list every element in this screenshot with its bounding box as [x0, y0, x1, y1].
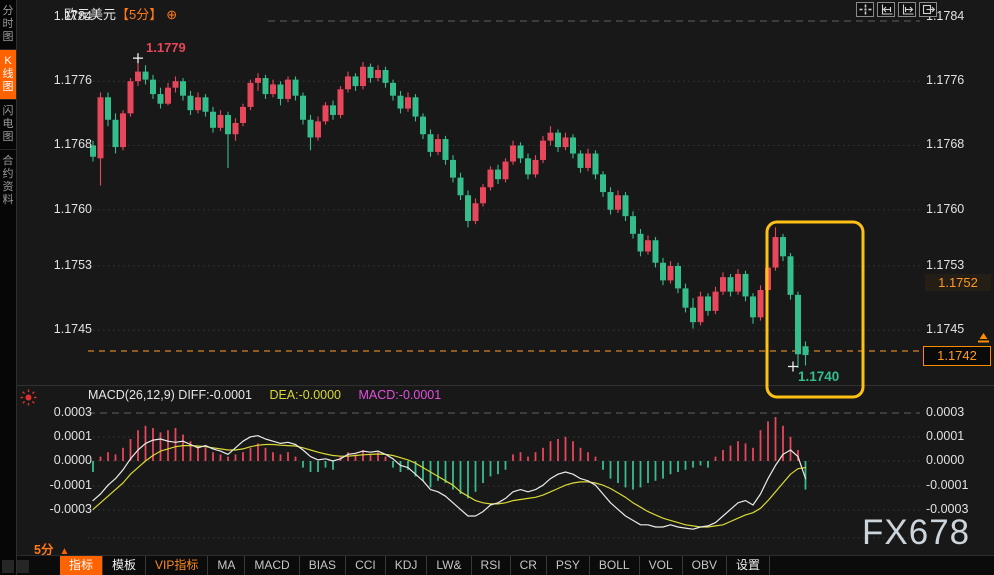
symbol-title: 欧元美元 [64, 7, 116, 22]
toolbar-item-RSI[interactable]: RSI [472, 556, 511, 575]
sidebar-tab-contract-info[interactable]: 合约资料 [0, 149, 16, 212]
corner-handle [2, 560, 14, 573]
toolbar-item-BOLL[interactable]: BOLL [590, 556, 640, 575]
sidebar-tab-time-share[interactable]: 分时图 [0, 0, 16, 49]
axis-label: 0.0001 [34, 429, 92, 443]
chart-nav-buttons [856, 2, 937, 17]
axis-label: -0.0003 [926, 502, 984, 516]
axis-label: 1.1768 [34, 137, 92, 151]
go-to-latest-button[interactable] [919, 2, 937, 17]
move-tool-button[interactable] [856, 2, 874, 17]
macd-readout: MACD(26,12,9) DIFF:-0.0001 DEA:-0.0000 M… [88, 388, 441, 402]
axis-label: 0.0000 [926, 453, 984, 467]
axis-label: -0.0001 [926, 478, 984, 492]
current-price-badge: 1.1742 [923, 346, 991, 366]
indicator-toolbar: 指标模板VIP指标MAMACDBIASCCIKDJLW&RSICRPSYBOLL… [60, 556, 770, 575]
period-label[interactable]: 【5分】 [116, 7, 162, 22]
macd-dea-value: DEA:-0.0000 [269, 388, 341, 402]
chart-canvas [0, 0, 994, 575]
axis-label: 1.1753 [926, 258, 984, 272]
crosshair-icon [859, 4, 872, 15]
jump-to-latest-icon [922, 4, 935, 15]
macd-macd-value: MACD:-0.0001 [359, 388, 442, 402]
axis-arrow-right-icon [901, 4, 914, 15]
toolbar-item-LW&[interactable]: LW& [427, 556, 471, 575]
sidebar-tab-flash[interactable]: 闪电图 [0, 99, 16, 149]
brand-watermark: FX678 [862, 513, 970, 553]
pan-left-button[interactable] [877, 2, 895, 17]
axis-label: 0.0001 [926, 429, 984, 443]
toolbar-item-设置[interactable]: 设置 [727, 556, 770, 575]
axis-label: -0.0001 [34, 478, 92, 492]
toolbar-item-MA[interactable]: MA [208, 556, 245, 575]
toolbar-item-VIP指标[interactable]: VIP指标 [146, 556, 208, 575]
axis-label: 0.0000 [34, 453, 92, 467]
chart-header: 欧元美元【5分】 ⊕ [64, 4, 177, 23]
axis-label: 1.1753 [34, 258, 92, 272]
axis-label: -0.0003 [34, 502, 92, 516]
toolbar-item-指标[interactable]: 指标 [60, 556, 103, 575]
axis-label: 0.0003 [926, 405, 984, 419]
toolbar-item-PSY[interactable]: PSY [547, 556, 590, 575]
axis-arrow-left-icon [880, 4, 893, 15]
axis-label: 1.1776 [34, 73, 92, 87]
axis-label: 0.0003 [34, 405, 92, 419]
corner-handle [17, 560, 29, 573]
reference-price-badge: 1.1752 [925, 274, 991, 291]
trading-app: 分时图K线图闪电图合约资料 欧元美元【5分】 ⊕ [0, 0, 994, 575]
marked-low-label: 1.1740 [798, 369, 839, 384]
toolbar-item-BIAS[interactable]: BIAS [300, 556, 346, 575]
axis-label: 1.1760 [34, 202, 92, 216]
toolbar-item-VOL[interactable]: VOL [640, 556, 683, 575]
toolbar-item-CR[interactable]: CR [511, 556, 547, 575]
axis-label: 1.1776 [926, 73, 984, 87]
marked-high-label: 1.1779 [146, 40, 186, 55]
sidebar: 分时图K线图闪电图合约资料 [0, 0, 17, 575]
axis-label: 1.1768 [926, 137, 984, 151]
toolbar-item-OBV[interactable]: OBV [683, 556, 727, 575]
toolbar-item-CCI[interactable]: CCI [346, 556, 386, 575]
sidebar-tab-kline[interactable]: K线图 [0, 49, 16, 99]
pan-right-button[interactable] [898, 2, 916, 17]
axis-label: 1.1745 [34, 322, 92, 336]
toolbar-item-KDJ[interactable]: KDJ [386, 556, 428, 575]
axis-label: 1.1760 [926, 202, 984, 216]
macd-params-diff: MACD(26,12,9) DIFF:-0.0001 [88, 388, 252, 402]
toolbar-item-MACD[interactable]: MACD [245, 556, 299, 575]
add-indicator-icon[interactable]: ⊕ [166, 7, 177, 22]
toolbar-item-模板[interactable]: 模板 [103, 556, 146, 575]
